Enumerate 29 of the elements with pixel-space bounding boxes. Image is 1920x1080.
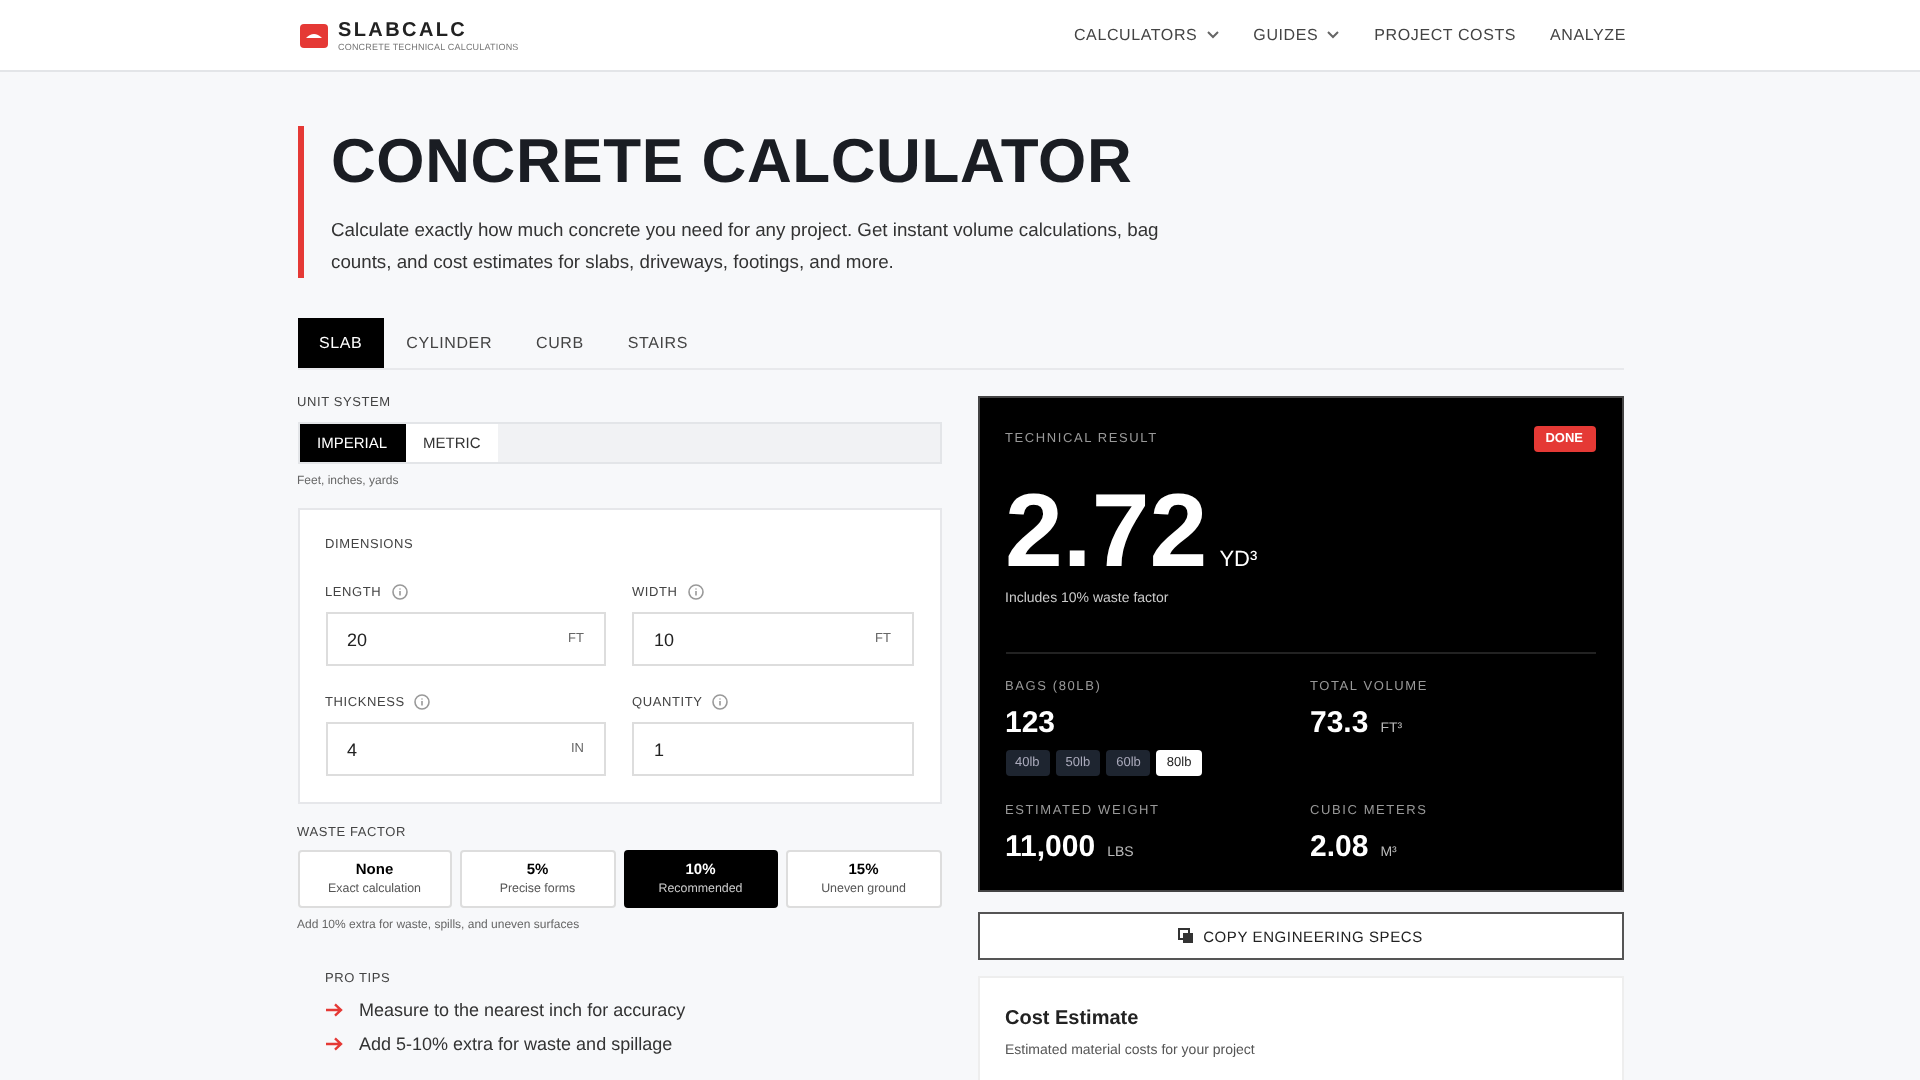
stat-value: 11,000 [1005,830,1096,864]
cost-title: Cost Estimate [1005,1008,1141,1030]
nav-link[interactable]: GUIDES [1253,26,1341,44]
nav-link[interactable]: CALCULATORS [1073,26,1220,44]
info-icon[interactable] [687,584,704,600]
arrow-right-icon [325,1002,343,1018]
calculator-tab[interactable]: SLAB [297,318,385,368]
stat-value: 2.08 [1310,830,1369,864]
tip-text: Add 5-10% extra for waste and spillage [359,1034,673,1054]
stat-value: 123 [1005,706,1056,740]
tip-text: Measure to the nearest inch for accuracy [359,1000,686,1020]
stat-value: 73.3 [1310,706,1369,740]
input-field[interactable]: 1 [632,722,913,776]
nav-link[interactable]: ANALYZE [1550,26,1626,44]
info-icon[interactable] [712,694,729,710]
logo-icon [300,23,328,47]
calculator-tab[interactable]: CYLINDER [384,318,515,368]
copy-icon [1177,928,1194,944]
info-icon[interactable] [391,584,408,600]
info-icon[interactable] [414,694,431,710]
calculator-tab[interactable]: STAIRS [605,318,711,368]
nav-link[interactable]: PROJECT COSTS [1374,26,1517,44]
page-title: CONCRETE CALCULATOR [331,126,1135,198]
result-unit: YD³ [1219,548,1258,572]
logo-text[interactable]: SLABCALC [338,19,519,41]
page-description: Calculate exactly how much concrete you need for any project. Get instant volume calculations, bag counts, and cost estimates for slabs, driveways, footings, and more. [331,216,1161,276]
result-value: 2.72 [1005,476,1208,588]
calculator-tab[interactable]: CURB [514,318,606,368]
arrow-right-icon [325,1036,343,1052]
